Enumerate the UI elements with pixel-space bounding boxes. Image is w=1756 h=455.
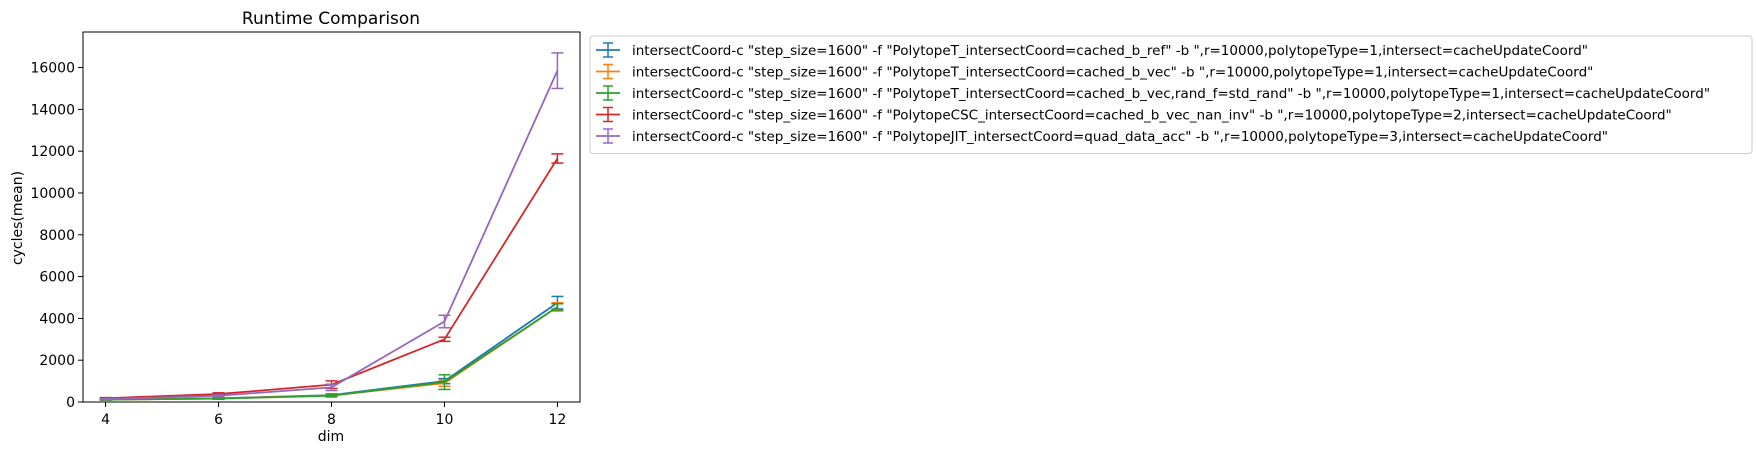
legend-label: intersectCoord-c "step_size=1600" -f "Po… [632,43,1588,59]
legend-label: intersectCoord-c "step_size=1600" -f "Po… [632,129,1608,145]
legend-label: intersectCoord-c "step_size=1600" -f "Po… [632,86,1710,102]
series-line-4 [105,157,559,400]
legend-label: intersectCoord-c "step_size=1600" -f "Po… [632,108,1672,124]
y-tick-label: 8000 [39,228,75,244]
y-tick-label: 0 [66,395,75,411]
x-tick-label: 12 [548,412,566,428]
plot-area: 4 6 8 10 12 0 2000 4000 6000 8000 10000 12000 14000 1… [30,31,581,428]
x-axis-label: dim [318,429,344,445]
y-tick-label: 12000 [30,144,75,160]
y-tick-label: 6000 [39,270,75,286]
y-axis-label: cycles(mean) [10,171,26,265]
legend-label: intersectCoord-c "step_size=1600" -f "Po… [632,65,1593,81]
y-tick-label: 14000 [30,102,75,118]
plot-frame [82,31,581,403]
y-tick-label: 2000 [39,353,75,369]
y-tick-label: 4000 [39,311,75,327]
legend: intersectCoord-c "step_size=1600" -f "Po… [589,35,1753,154]
chart: Runtime Comparison 4 6 8 10 12 0 2000 4000 6000 8… [10,9,1753,445]
x-tick-label: 8 [327,412,336,428]
x-tick-label: 10 [436,412,454,428]
y-tick-label: 16000 [30,61,75,77]
chart-title: Runtime Comparison [242,9,420,29]
x-tick-label: 4 [101,412,110,428]
x-tick-label: 6 [214,412,223,428]
y-tick-label: 10000 [30,186,75,202]
